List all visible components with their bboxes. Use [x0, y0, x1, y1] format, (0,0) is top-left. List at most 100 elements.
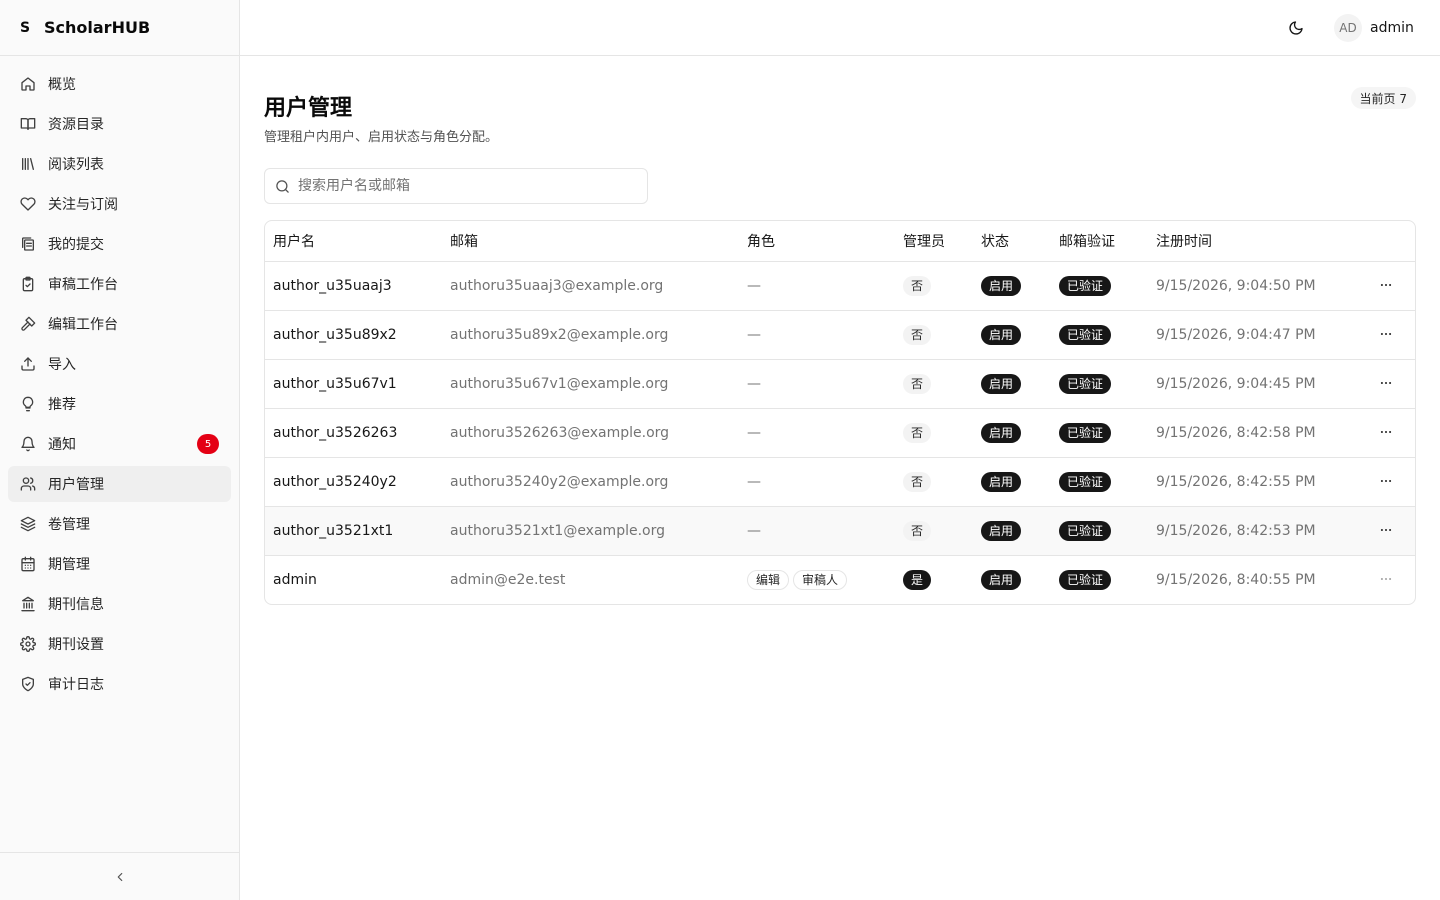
- sidebar-item-label: 期刊信息: [48, 597, 104, 613]
- more-horizontal-icon: [1380, 578, 1392, 581]
- column-header-admin[interactable]: 管理员: [895, 221, 973, 262]
- sidebar-item-label: 期刊设置: [48, 637, 104, 653]
- verified-cell: 已验证: [1051, 261, 1148, 311]
- admin-cell: 否: [895, 457, 973, 507]
- heart-icon: [20, 196, 36, 212]
- sidebar-item-label: 卷管理: [48, 517, 90, 533]
- book-open-icon: [20, 116, 36, 132]
- sidebar-item-catalog[interactable]: 资源目录: [8, 106, 231, 142]
- table-row[interactable]: author_u3526263 authoru3526263@example.o…: [265, 408, 1415, 458]
- admin-badge: 否: [903, 373, 932, 394]
- sidebar-item-submissions[interactable]: 我的提交: [8, 226, 231, 262]
- search-input[interactable]: [298, 178, 638, 194]
- role-tag: 审稿人: [793, 569, 848, 590]
- shield-check-icon: [20, 676, 36, 692]
- sidebar-item-label: 资源目录: [48, 117, 104, 133]
- sidebar-item-issues[interactable]: 期管理: [8, 546, 231, 582]
- user-menu[interactable]: AD admin: [1334, 14, 1414, 42]
- sidebar-item-editor-desk[interactable]: 编辑工作台: [8, 306, 231, 342]
- notification-count-badge: 5: [197, 434, 219, 454]
- email-cell: authoru3521xt1@example.org: [442, 506, 739, 556]
- admin-cell: 否: [895, 506, 973, 556]
- user-name: admin: [1370, 20, 1414, 36]
- top-bar: AD admin: [240, 0, 1440, 56]
- row-actions-button[interactable]: [1376, 324, 1396, 344]
- table-row[interactable]: author_u35u89x2 authoru35u89x2@example.o…: [265, 310, 1415, 360]
- actions-cell: [1368, 310, 1415, 360]
- row-actions-button[interactable]: [1376, 275, 1396, 295]
- column-header-username[interactable]: 用户名: [265, 221, 442, 262]
- username-cell: author_u35uaaj3: [265, 261, 442, 311]
- verified-cell: 已验证: [1051, 408, 1148, 458]
- sidebar-item-label: 导入: [48, 357, 76, 373]
- sidebar-item-follow[interactable]: 关注与订阅: [8, 186, 231, 222]
- sidebar-item-label: 关注与订阅: [48, 197, 118, 213]
- registered-cell: 9/15/2026, 8:42:58 PM: [1148, 408, 1368, 458]
- sidebar-item-label: 推荐: [48, 397, 76, 413]
- column-header-email-verified[interactable]: 邮箱验证: [1051, 221, 1148, 262]
- roles-cell: —: [739, 506, 895, 556]
- registered-cell: 9/15/2026, 9:04:45 PM: [1148, 359, 1368, 409]
- search-box: [264, 168, 648, 204]
- table-row[interactable]: author_u3521xt1 authoru3521xt1@example.o…: [265, 506, 1415, 556]
- sidebar-item-notifications[interactable]: 通知 5: [8, 426, 231, 462]
- status-cell: 启用: [973, 408, 1051, 458]
- admin-badge: 否: [903, 471, 932, 492]
- email-cell: admin@e2e.test: [450, 571, 566, 588]
- verified-cell: 已验证: [1051, 555, 1148, 604]
- avatar: AD: [1334, 14, 1362, 42]
- table-row[interactable]: author_u35uaaj3 authoru35uaaj3@example.o…: [265, 261, 1415, 311]
- roles-cell: —: [739, 359, 895, 409]
- sidebar-item-user-management[interactable]: 用户管理: [8, 466, 231, 502]
- clipboard-check-icon: [20, 276, 36, 292]
- users-icon: [20, 476, 36, 492]
- registered-cell: 9/15/2026, 8:42:55 PM: [1148, 457, 1368, 507]
- sidebar-item-overview[interactable]: 概览: [8, 66, 231, 102]
- building-icon: [20, 596, 36, 612]
- row-actions-button[interactable]: [1376, 569, 1396, 589]
- column-header-email[interactable]: 邮箱: [442, 221, 739, 262]
- sidebar-item-volumes[interactable]: 卷管理: [8, 506, 231, 542]
- brand[interactable]: S ScholarHUB: [0, 0, 239, 56]
- column-header-roles[interactable]: 角色: [739, 221, 895, 262]
- sidebar-nav: 概览 资源目录 阅读列表 关注与订阅 我的提交 审稿工作台 编辑工作台 导入 推…: [0, 56, 239, 702]
- calendar-icon: [20, 556, 36, 572]
- row-actions-button[interactable]: [1376, 422, 1396, 442]
- sidebar-item-recommend[interactable]: 推荐: [8, 386, 231, 422]
- actions-cell: [1368, 359, 1415, 409]
- users-table: 用户名 邮箱 角色 管理员 状态 邮箱验证 注册时间 author_u35uaa…: [264, 220, 1416, 605]
- admin-cell: 否: [895, 408, 973, 458]
- sidebar-item-label: 用户管理: [48, 477, 104, 493]
- sidebar-item-journal-info[interactable]: 期刊信息: [8, 586, 231, 622]
- sidebar-item-label: 编辑工作台: [48, 317, 118, 333]
- status-cell: 启用: [973, 555, 1051, 604]
- status-cell: 启用: [973, 261, 1051, 311]
- sidebar-item-label: 阅读列表: [48, 157, 104, 173]
- theme-toggle-button[interactable]: [1284, 16, 1308, 40]
- more-horizontal-icon: [1380, 479, 1392, 483]
- admin-badge: 否: [903, 520, 932, 541]
- brand-logo: S: [20, 19, 31, 36]
- admin-cell: 否: [895, 359, 973, 409]
- registered-cell: 9/15/2026, 9:04:47 PM: [1148, 310, 1368, 360]
- row-actions-button[interactable]: [1376, 373, 1396, 393]
- table-row[interactable]: author_u35u67v1 authoru35u67v1@example.o…: [265, 359, 1415, 409]
- row-actions-button[interactable]: [1376, 471, 1396, 491]
- column-header-registered[interactable]: 注册时间: [1148, 221, 1368, 262]
- username-cell: author_u3526263: [265, 408, 442, 458]
- sidebar-item-journal-settings[interactable]: 期刊设置: [8, 626, 231, 662]
- sidebar-item-audit-log[interactable]: 审计日志: [8, 666, 231, 702]
- sidebar-item-review-desk[interactable]: 审稿工作台: [8, 266, 231, 302]
- collapse-sidebar-button[interactable]: [108, 865, 132, 889]
- table-row[interactable]: admin admin@e2e.test 编辑 审稿人 是 启用 已验证 9/15…: [265, 555, 1415, 604]
- verified-cell: 已验证: [1051, 457, 1148, 507]
- username-cell: author_u35u67v1: [265, 359, 442, 409]
- sidebar-item-reading-list[interactable]: 阅读列表: [8, 146, 231, 182]
- sidebar-item-import[interactable]: 导入: [8, 346, 231, 382]
- verified-badge: 已验证: [1059, 373, 1112, 394]
- roles-cell: 编辑 审稿人: [739, 555, 895, 604]
- status-badge: 启用: [981, 569, 1022, 590]
- row-actions-button[interactable]: [1376, 520, 1396, 540]
- table-row[interactable]: author_u35240y2 authoru35240y2@example.o…: [265, 457, 1415, 507]
- column-header-status[interactable]: 状态: [973, 221, 1051, 262]
